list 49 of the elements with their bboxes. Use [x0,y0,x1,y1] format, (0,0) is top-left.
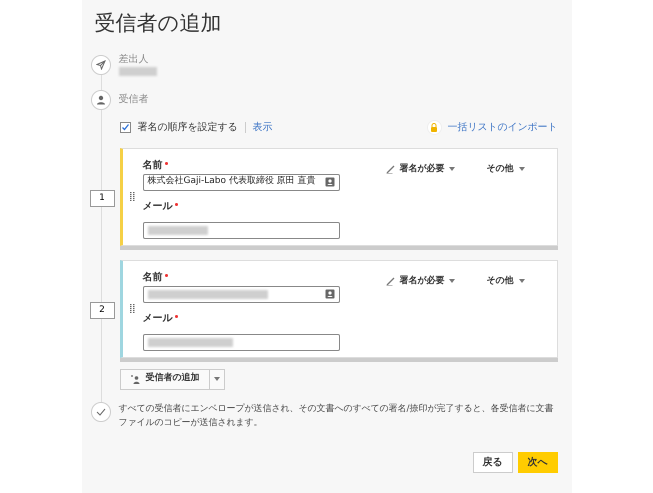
contact-card-icon[interactable] [324,289,334,299]
signature-action-dropdown[interactable]: 署名が必要 [386,162,454,176]
back-button[interactable]: 戻る [472,452,512,472]
order-number[interactable]: 1 [90,190,114,207]
name-field[interactable]: 株式会社Gaji-Labo 代表取締役 原田 直貴 [142,174,340,190]
field-label: メール [142,312,172,326]
field-label: メール [142,200,172,214]
contact-card-icon[interactable] [324,177,334,187]
show-link[interactable]: 表示 [252,120,272,134]
add-person-icon [130,374,140,384]
signature-action-dropdown[interactable]: 署名が必要 [386,274,454,288]
caret-icon [448,167,454,172]
page-title: 受信者の追加 [94,10,222,37]
completion-note: すべての受信者にエンベロープが送信され、その文書へのすべての署名/捺印が完了すると、各受信者に文書ファイルのコピーが送信されます。 [118,402,555,430]
send-icon [90,54,110,74]
caret-icon [448,279,454,284]
field-label: 名前 [142,158,162,172]
check-icon [90,402,110,422]
person-icon [90,90,110,110]
pen-icon [386,276,396,286]
drag-handle-icon[interactable] [130,304,135,313]
caret-icon [214,377,220,381]
add-recipient-button[interactable]: 受信者の追加 [120,368,210,390]
caret-icon [518,167,524,172]
import-list-link[interactable]: 一括リストのインポート [448,120,558,134]
next-button[interactable]: 次へ [518,452,558,472]
order-checkbox[interactable] [120,122,130,132]
other-dropdown[interactable]: その他 [486,274,524,288]
email-field[interactable] [142,222,340,238]
other-dropdown[interactable]: その他 [486,162,524,176]
name-field[interactable] [142,286,340,302]
field-label: 名前 [142,270,162,284]
caret-icon [518,279,524,284]
redacted-text [148,226,208,234]
pen-icon [386,164,396,174]
recipients-label: 受信者 [118,92,148,107]
lock-icon [426,120,442,134]
add-recipient-menu-button[interactable] [210,368,224,390]
required-mark-icon [174,202,178,206]
checkbox-label: 署名の順序を設定する [138,120,238,134]
required-mark-icon [174,314,178,318]
required-mark-icon [164,274,168,276]
drag-handle-icon[interactable] [130,192,135,201]
email-field[interactable] [142,334,340,350]
required-mark-icon [164,162,168,164]
redacted-text [118,66,156,76]
order-number[interactable]: 2 [90,302,114,319]
name-value: 株式会社Gaji-Labo 代表取締役 原田 直貴 [148,175,316,188]
sender-label: 差出人 [118,52,150,66]
